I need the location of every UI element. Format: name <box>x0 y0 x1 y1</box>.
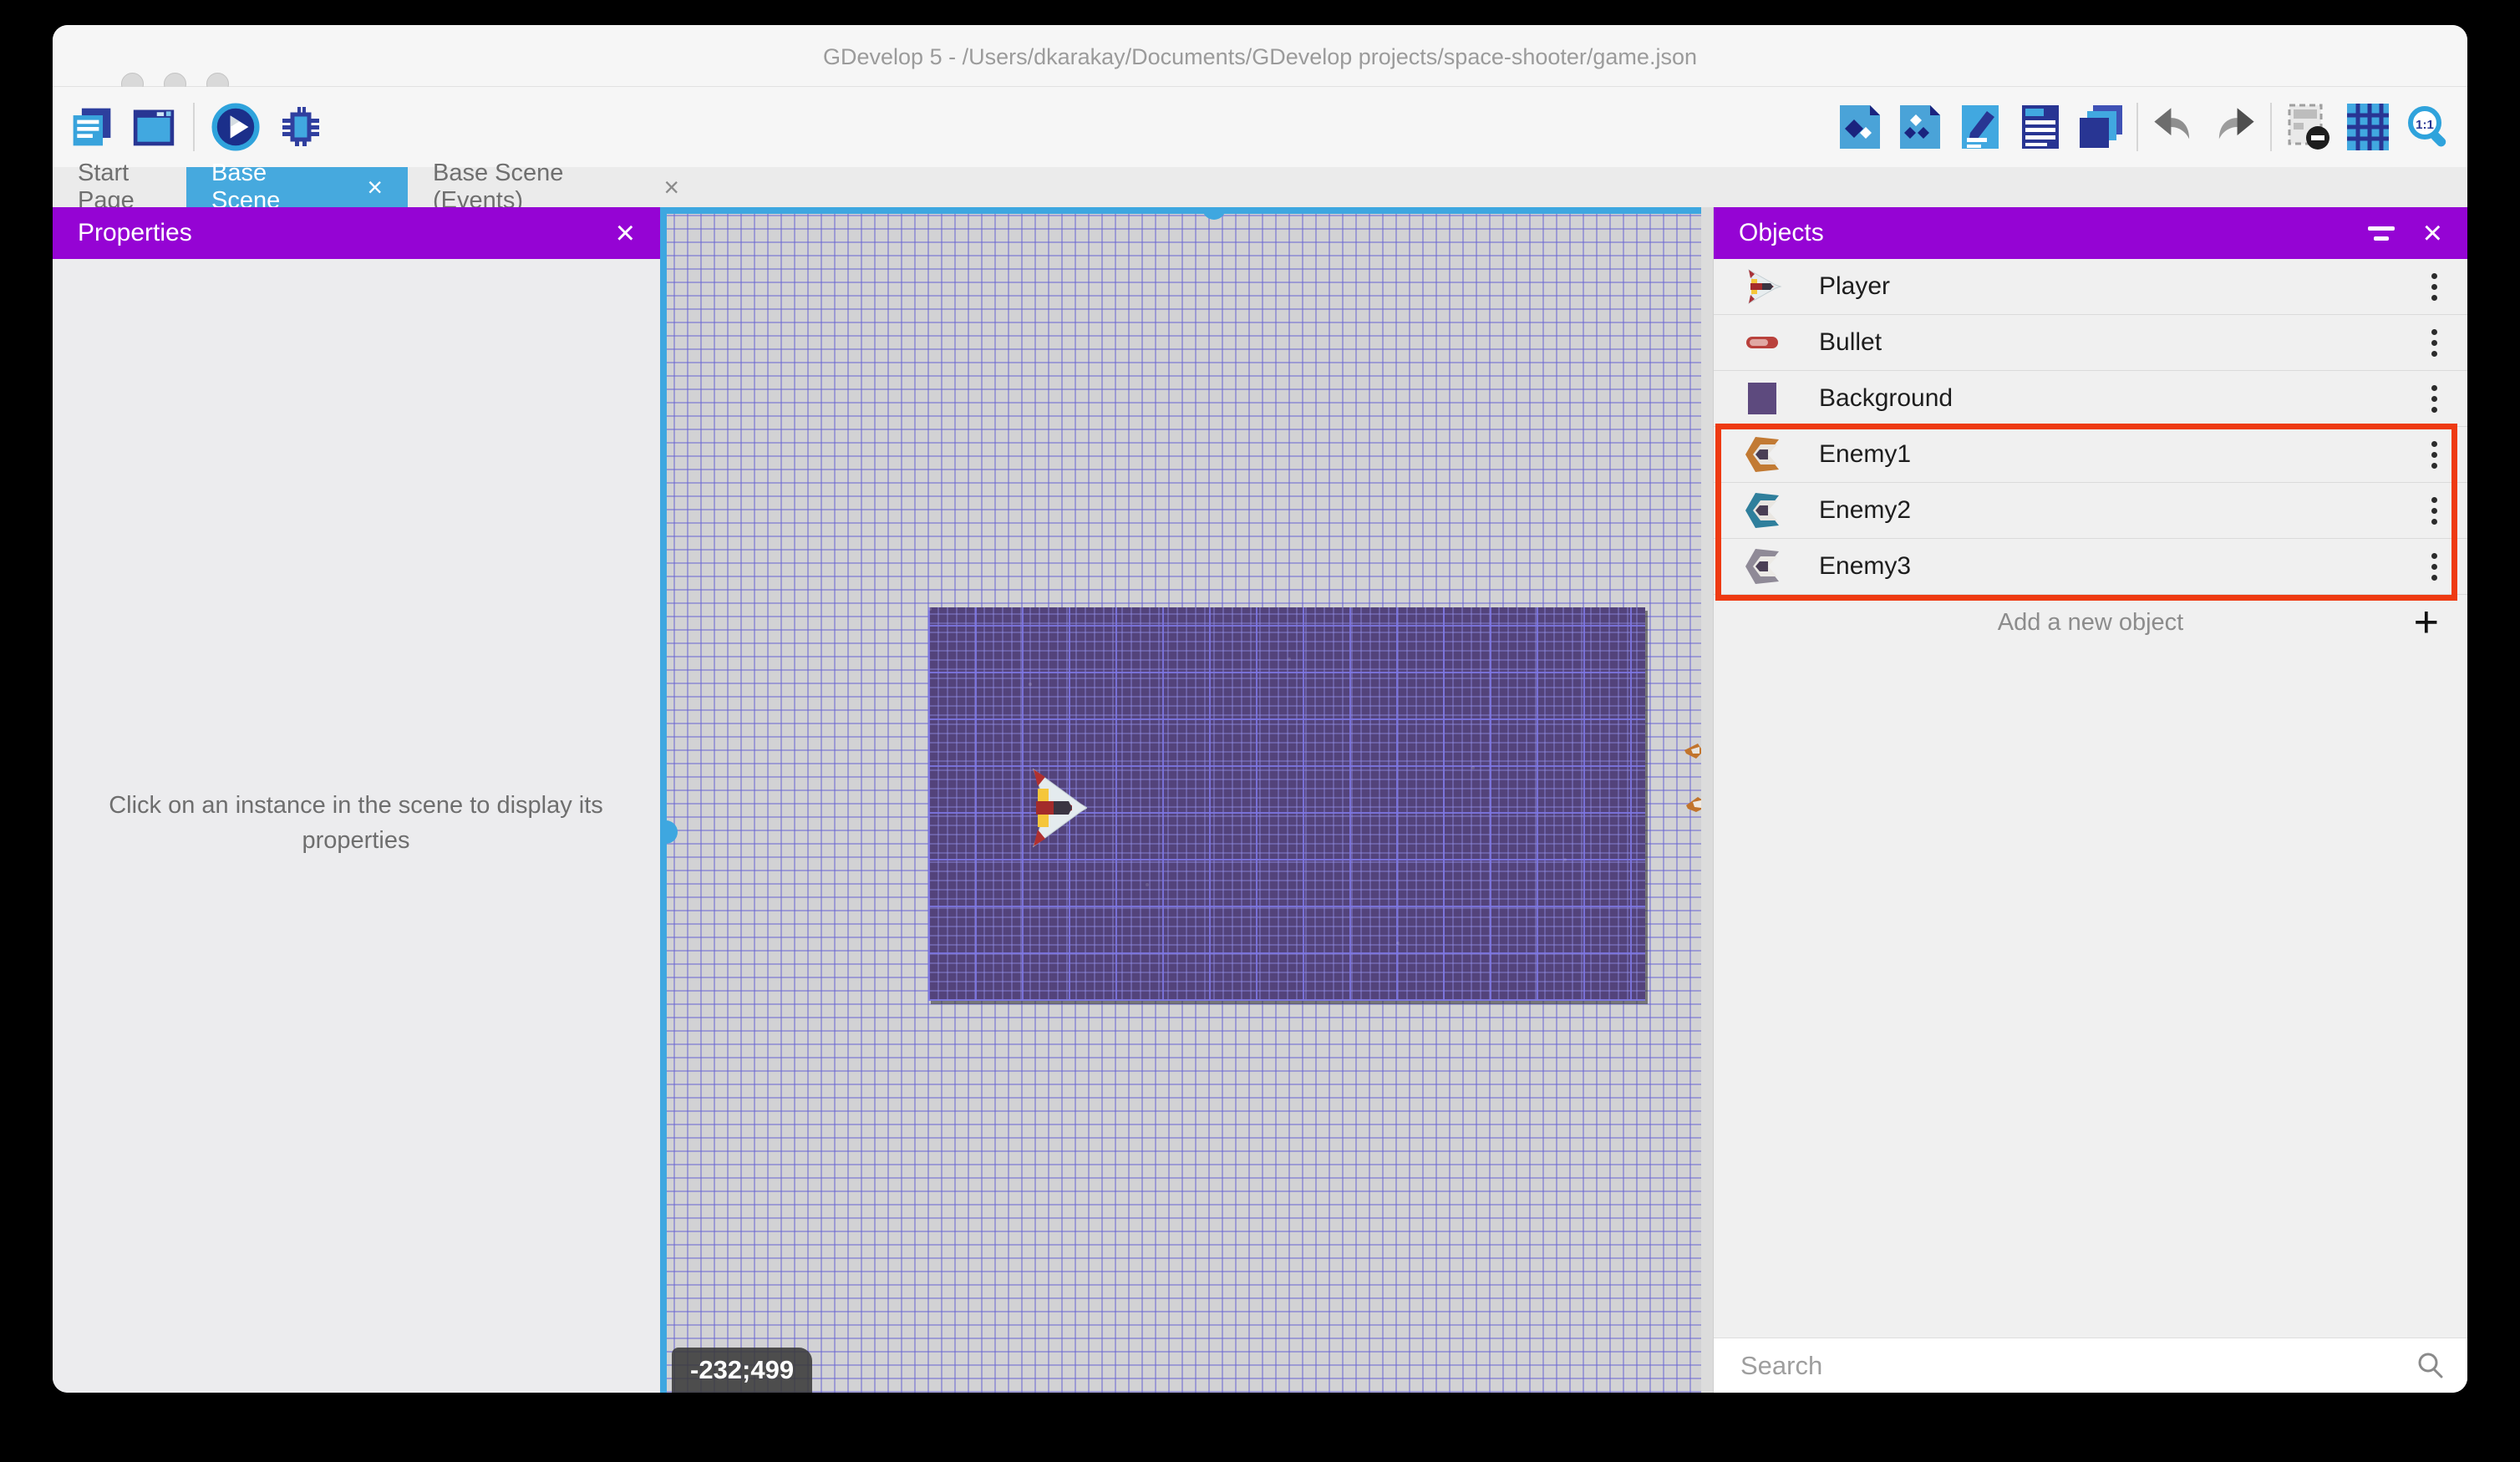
enemy2-ship-icon <box>1742 490 1782 530</box>
search-input[interactable] <box>1739 1350 2416 1382</box>
enemy3-ship-icon <box>1742 546 1782 586</box>
titlebar: GDevelop 5 - /Users/dkarakay/Documents/G… <box>53 25 2467 87</box>
redo-icon[interactable] <box>2210 103 2258 151</box>
object-row-enemy1[interactable]: Enemy1 <box>1714 427 2467 483</box>
object-name: Background <box>1819 384 1953 413</box>
clipped-enemy-instance[interactable] <box>1684 742 1701 760</box>
toolbar-divider <box>193 103 195 151</box>
close-icon[interactable]: × <box>616 216 635 250</box>
properties-panel-title: Properties <box>78 219 192 247</box>
bullet-icon <box>1742 322 1782 363</box>
objects-panel-title: Objects <box>1739 219 1824 247</box>
grid-icon[interactable] <box>2344 103 2392 151</box>
properties-panel-header: Properties × <box>53 207 660 259</box>
selection-edge-left <box>660 207 667 1393</box>
main-area: Properties × Click on an instance in the… <box>53 207 2467 1393</box>
project-manager-icon[interactable] <box>69 104 114 150</box>
objects-list: Player Bullet Background <box>1714 259 2467 595</box>
scene-canvas[interactable]: -232;499 <box>660 207 1701 1393</box>
one-to-one-label: 1:1 <box>2416 118 2434 132</box>
tab-close-icon[interactable]: × <box>367 174 383 201</box>
filter-icon[interactable] <box>2368 226 2395 241</box>
instances-list-icon[interactable] <box>2016 103 2065 151</box>
object-groups-icon[interactable] <box>1896 103 1944 151</box>
canvas-scrollbar-track <box>1701 207 1714 1393</box>
properties-edit-icon[interactable] <box>1956 103 2004 151</box>
objects-panel: Objects × <box>1714 207 2467 1393</box>
object-menu-kebab-icon[interactable] <box>2426 324 2442 362</box>
object-menu-kebab-icon[interactable] <box>2426 436 2442 474</box>
background-swatch-icon <box>1742 378 1782 419</box>
layers-icon[interactable] <box>2076 103 2125 151</box>
selection-handle-top[interactable] <box>1202 207 1226 220</box>
object-row-background[interactable]: Background <box>1714 371 2467 427</box>
tab-start-page[interactable]: Start Page <box>53 167 186 207</box>
objects-search-bar <box>1714 1338 2467 1393</box>
properties-panel: Properties × Click on an instance in the… <box>53 207 660 1393</box>
object-row-enemy2[interactable]: Enemy2 <box>1714 483 2467 539</box>
player-ship-instance[interactable] <box>1025 766 1087 850</box>
plus-icon[interactable]: + <box>2414 601 2439 644</box>
selection-edge-top <box>660 207 1701 214</box>
object-name: Bullet <box>1819 328 1882 357</box>
object-name: Player <box>1819 272 1890 301</box>
undo-icon[interactable] <box>2150 103 2198 151</box>
add-new-object-button[interactable]: Add a new object <box>1714 609 2467 637</box>
add-object-row: Add a new object + <box>1714 595 2467 650</box>
cursor-coordinates-badge: -232;499 <box>672 1348 812 1393</box>
object-row-enemy3[interactable]: Enemy3 <box>1714 539 2467 595</box>
tab-base-scene[interactable]: Base Scene × <box>186 167 408 207</box>
player-ship-icon <box>1742 267 1782 307</box>
object-name: Enemy2 <box>1819 496 1911 525</box>
object-menu-kebab-icon[interactable] <box>2426 380 2442 418</box>
mask-icon[interactable] <box>2284 103 2332 151</box>
object-name: Enemy1 <box>1819 440 1911 469</box>
objects-editor-icon[interactable] <box>1836 103 1884 151</box>
play-icon[interactable] <box>211 103 260 151</box>
tab-base-scene-events[interactable]: Base Scene (Events) × <box>408 167 704 207</box>
zoom-1-1-icon[interactable]: 1:1 <box>2404 103 2452 151</box>
object-menu-kebab-icon[interactable] <box>2426 548 2442 586</box>
close-icon[interactable]: × <box>2423 216 2442 250</box>
gdevelop-window: GDevelop 5 - /Users/dkarakay/Documents/G… <box>53 25 2467 1393</box>
toolbar-divider <box>2270 103 2272 151</box>
star-specks <box>928 607 932 611</box>
tab-bar: Start Page Base Scene × Base Scene (Even… <box>53 167 2467 207</box>
object-name: Enemy3 <box>1819 552 1911 581</box>
object-row-bullet[interactable]: Bullet <box>1714 315 2467 371</box>
scene-editor-icon[interactable] <box>131 104 176 150</box>
object-row-player[interactable]: Player <box>1714 259 2467 315</box>
properties-empty-message: Click on an instance in the scene to dis… <box>97 788 615 858</box>
tab-close-icon[interactable]: × <box>663 174 679 201</box>
objects-panel-header: Objects × <box>1714 207 2467 259</box>
enemy1-ship-icon <box>1742 434 1782 475</box>
object-menu-kebab-icon[interactable] <box>2426 268 2442 306</box>
selection-handle-left[interactable] <box>660 820 678 844</box>
search-icon <box>2416 1351 2446 1381</box>
debug-icon[interactable] <box>277 103 325 151</box>
clipped-enemy-instance[interactable] <box>1686 795 1701 814</box>
object-menu-kebab-icon[interactable] <box>2426 492 2442 530</box>
toolbar: 1:1 <box>53 87 2467 167</box>
toolbar-divider <box>2136 103 2138 151</box>
window-title: GDevelop 5 - /Users/dkarakay/Documents/G… <box>53 25 2467 86</box>
